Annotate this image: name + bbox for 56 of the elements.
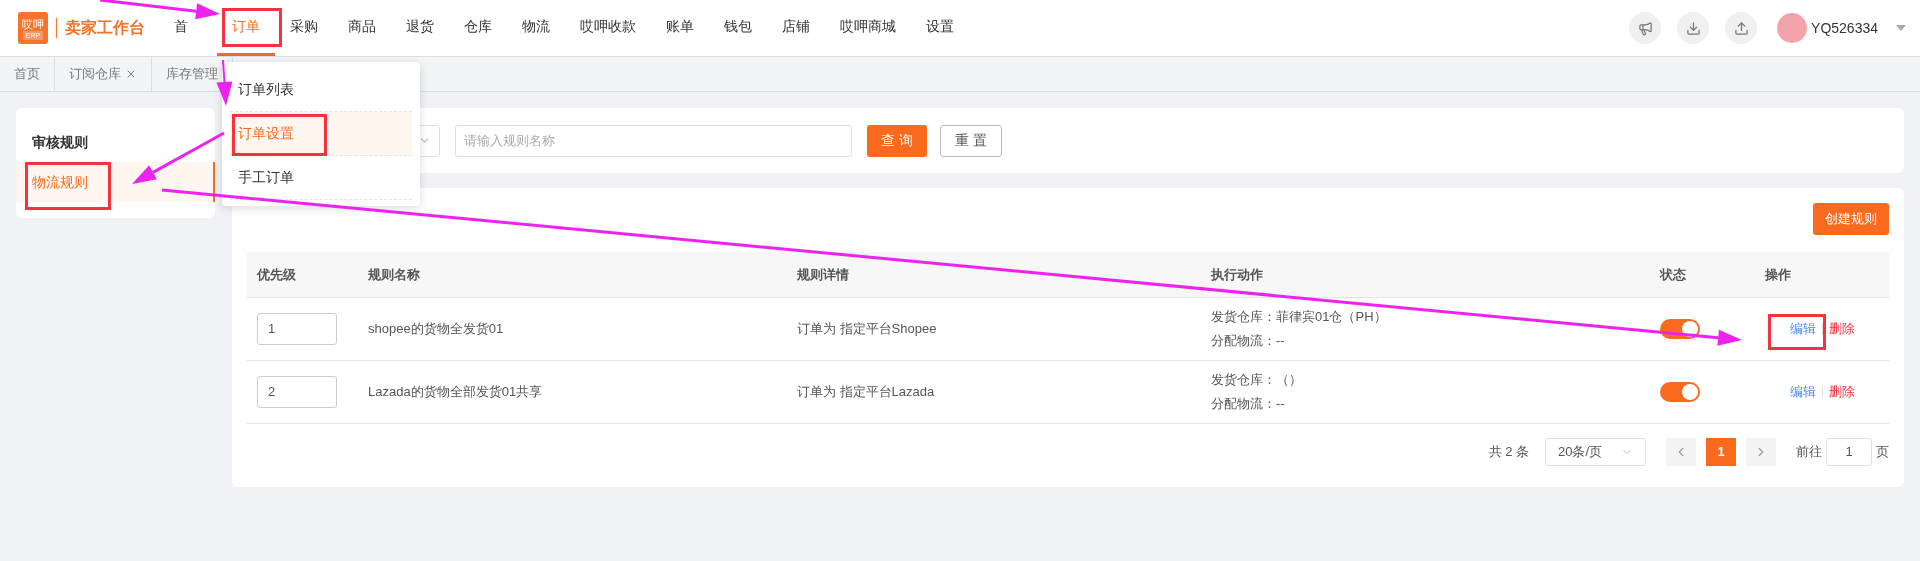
column-header: 执行动作	[1201, 252, 1650, 297]
user-name[interactable]: YQ526334	[1811, 17, 1878, 39]
page-size-select[interactable]: 20条/页	[1545, 437, 1646, 466]
table-cell: Lazada的货物全部发货01共享	[368, 383, 543, 399]
highlight-frame	[222, 8, 282, 47]
goto-page-field[interactable]: 1	[1826, 437, 1872, 466]
table-cell-text: 分配物流：--	[1211, 331, 1286, 350]
nav-item[interactable]: 首	[159, 0, 217, 56]
annotation-arrow	[216, 59, 233, 106]
delete-link[interactable]: 删除	[1822, 381, 1861, 402]
menu-item[interactable]: 手工订单	[230, 156, 412, 200]
caret-icon[interactable]	[1896, 25, 1906, 31]
priority-field[interactable]: 2	[257, 375, 337, 408]
avatar[interactable]	[1777, 13, 1808, 43]
priority-field[interactable]: 1	[257, 312, 337, 345]
nav-item[interactable]: 哎呷收款	[565, 0, 651, 56]
column-header: 状态	[1650, 252, 1755, 297]
nav-item[interactable]: 账单	[651, 0, 709, 56]
highlight-frame	[1768, 314, 1826, 350]
app-title: 卖家工作台	[65, 18, 145, 38]
close-icon[interactable]	[125, 68, 137, 80]
column-header: 规则详情	[787, 252, 1201, 297]
logo-text: 哎呷	[22, 16, 44, 31]
column-header: 规则名称	[358, 252, 787, 297]
table-cell: shopee的货物全发货01	[368, 320, 504, 336]
upload-icon[interactable]	[1725, 12, 1758, 44]
table-cell: 订单为 指定平台Shopee	[797, 320, 937, 336]
nav-item[interactable]: 商品	[333, 0, 391, 56]
nav-item[interactable]: 设置	[911, 0, 969, 56]
nav-item[interactable]: 仓库	[449, 0, 507, 56]
column-header: 操作	[1755, 252, 1889, 297]
edit-link[interactable]: 编辑	[1783, 318, 1822, 339]
search-field[interactable]: 请输入规则名称	[455, 124, 852, 157]
page-suffix: 页	[1876, 442, 1889, 461]
table-cell-text: 发货仓库：（）	[1211, 370, 1303, 389]
sidebar-item[interactable]: 审核规则	[16, 122, 215, 162]
table-cell-text: 发货仓库：菲律宾01仓（PH）	[1211, 307, 1388, 326]
page-tab[interactable]: 订阅仓库	[55, 57, 152, 91]
nav-item[interactable]: 哎呷商城	[825, 0, 911, 56]
announcement-icon[interactable]	[1629, 12, 1662, 44]
goto-label: 前往	[1796, 442, 1822, 461]
table-cell-text: 分配物流：--	[1211, 394, 1286, 413]
delete-link[interactable]: 删除	[1822, 318, 1861, 339]
column-header: 优先级	[247, 252, 358, 297]
download-icon[interactable]	[1677, 12, 1710, 44]
edit-link[interactable]: 编辑	[1783, 381, 1822, 402]
nav-item[interactable]: 钱包	[709, 0, 767, 56]
total-count: 共 2 条	[1488, 442, 1529, 461]
nav-item[interactable]: 采购	[275, 0, 333, 56]
nav-item[interactable]: 退货	[391, 0, 449, 56]
page-tab[interactable]: 首页	[0, 57, 55, 91]
table-cell: 订单为 指定平台Lazada	[797, 383, 935, 399]
nav-item[interactable]: 物流	[507, 0, 565, 56]
toggle-switch[interactable]	[1660, 381, 1700, 402]
reset-button[interactable]: 重 置	[939, 124, 1002, 157]
nav-item[interactable]: 店铺	[767, 0, 825, 56]
